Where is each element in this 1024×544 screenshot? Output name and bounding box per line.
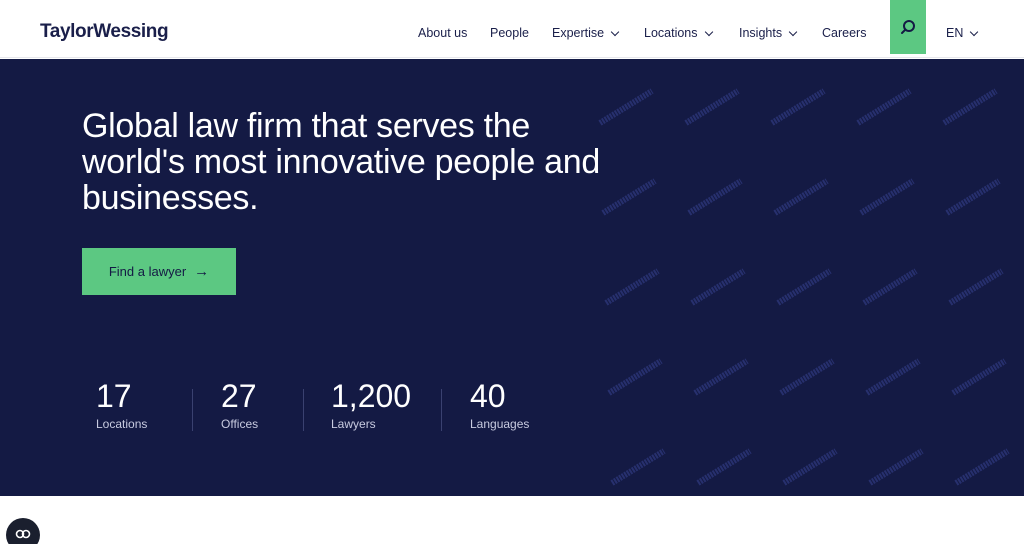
decorative-stroke [954,448,1010,486]
chevron-down-icon [788,27,798,36]
decorative-stroke [604,268,660,306]
search-button[interactable] [890,0,926,54]
stat-value: 17 [96,378,132,414]
cookie-settings-button[interactable] [6,518,40,544]
stat-label: Lawyers [331,417,376,431]
nav-locations[interactable]: Locations [644,26,713,40]
nav-label: People [490,26,529,40]
find-a-lawyer-button[interactable]: Find a lawyer → [82,248,236,295]
decorative-stroke [779,358,835,396]
decorative-stroke [865,358,921,396]
stat-divider [441,389,442,431]
nav-insights[interactable]: Insights [739,26,798,40]
stat-value: 27 [221,378,257,414]
chevron-down-icon [610,27,620,36]
cookie-consent-icon [15,529,31,539]
decorative-stroke [610,448,666,486]
nav-label: Careers [822,26,867,40]
nav-label: Locations [644,26,698,40]
cta-label: Find a lawyer [108,264,187,279]
hero-headline: Global law firm that serves the world's … [82,107,600,217]
decorative-stroke [598,88,654,126]
decorative-stroke [693,358,749,396]
decorative-stroke [859,178,915,216]
stat-label: Languages [470,417,530,431]
nav-label: About us [418,26,468,40]
stat-divider [303,389,304,431]
stat-label: Locations [96,417,148,431]
decorative-stroke [868,448,924,486]
decorative-stroke [776,268,832,306]
stat-value: 40 [470,378,506,414]
decorative-stroke [684,88,740,126]
decorative-stroke [945,178,1001,216]
nav-label: Expertise [552,26,605,40]
decorative-stroke [773,178,829,216]
language-label: EN [946,26,964,40]
decorative-stroke [696,448,752,486]
nav-label: Insights [739,26,783,40]
decorative-stroke [770,88,826,126]
decorative-stroke [942,88,998,126]
stat-lawyers: 1,200 Lawyers [331,377,411,431]
stat-value: 1,200 [331,378,412,414]
nav-expertise[interactable]: Expertise [552,26,620,40]
nav-careers[interactable]: Careers [822,26,866,40]
stat-offices: 27 Offices [221,377,258,431]
main-nav: About us People Expertise Locations Insi… [0,0,1024,58]
stat-label: Offices [221,417,259,431]
hero-section: Global law firm that serves the world's … [0,59,1024,496]
search-icon [901,20,915,34]
decorative-stroke [687,178,743,216]
decorative-stroke [951,358,1007,396]
decorative-stroke [690,268,746,306]
language-selector[interactable]: EN [946,26,979,40]
decorative-stroke [601,178,657,216]
stat-languages: 40 Languages [470,377,529,431]
chevron-down-icon [704,27,713,36]
arrow-right-icon: → [194,263,210,280]
site-header: TaylorWessing About us People Expertise … [0,0,1024,58]
decorative-stroke [948,268,1004,306]
stat-locations: 17 Locations [96,377,147,431]
decorative-stroke [856,88,912,126]
stat-divider [192,389,193,431]
decorative-stroke [862,268,918,306]
decorative-stroke [607,358,663,396]
nav-about-us[interactable]: About us [418,26,467,40]
decorative-stroke [782,448,838,486]
chevron-down-icon [970,27,979,36]
nav-people[interactable]: People [490,26,529,40]
